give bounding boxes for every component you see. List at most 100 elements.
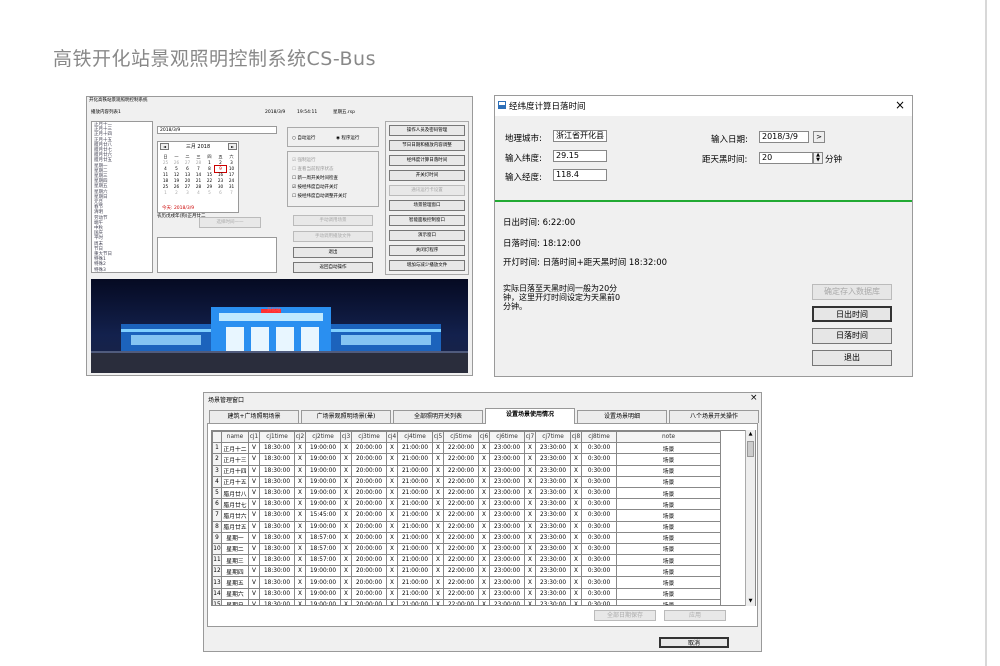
table-cell[interactable]: 21:00:00	[397, 554, 433, 567]
table-cell[interactable]: 20:00:00	[351, 576, 387, 589]
table-cell[interactable]: 19:00:00	[305, 598, 341, 605]
table-cell[interactable]: X	[432, 453, 444, 466]
table-cell[interactable]: 22:00:00	[443, 520, 479, 533]
table-cell[interactable]: 星期四	[221, 565, 249, 578]
table-cell[interactable]: V	[248, 464, 260, 477]
table-cell[interactable]: 21:00:00	[397, 587, 433, 600]
table-cell[interactable]: X	[432, 587, 444, 600]
table-cell[interactable]: 22:00:00	[443, 475, 479, 488]
sunset-button[interactable]: 日落时间	[812, 328, 892, 344]
table-cell[interactable]: 0:30:00	[581, 531, 617, 544]
table-cell[interactable]: 场景	[616, 587, 721, 600]
table-cell[interactable]: X	[432, 598, 444, 605]
column-header[interactable]: note	[616, 431, 721, 444]
table-cell[interactable]: 23:00:00	[489, 542, 525, 556]
table-cell[interactable]: 19:00:00	[305, 475, 341, 488]
table-cell[interactable]: 21:00:00	[397, 565, 433, 578]
table-cell[interactable]: X	[386, 475, 398, 488]
table-cell[interactable]: X	[340, 598, 352, 605]
table-cell[interactable]: X	[478, 576, 490, 589]
table-cell[interactable]: X	[386, 531, 398, 544]
table-cell[interactable]: 腊月廿六	[221, 509, 249, 522]
table-cell[interactable]: X	[478, 520, 490, 533]
calendar-day[interactable]: 7	[226, 190, 237, 196]
column-header[interactable]: name	[221, 431, 249, 444]
table-cell[interactable]: 正月十五	[221, 475, 249, 488]
table-cell[interactable]: 23:30:00	[535, 509, 571, 522]
table-cell[interactable]: 18:30:00	[259, 576, 295, 589]
table-cell[interactable]: 21:00:00	[397, 464, 433, 477]
table-cell[interactable]: 0:30:00	[581, 542, 617, 556]
table-cell[interactable]: 21:00:00	[397, 509, 433, 522]
table-cell[interactable]: 23:30:00	[535, 520, 571, 533]
table-row[interactable]: 4 正月十五 V 18:30:00 X 19:00:00 X 20:00:00 X 21:00:0…	[212, 475, 721, 488]
table-cell[interactable]: 21:00:00	[397, 531, 433, 544]
exit-button[interactable]: 退出	[812, 350, 892, 366]
column-header[interactable]: cj3time	[351, 431, 387, 444]
back-auto-button[interactable]: 返回自动操作	[293, 262, 373, 273]
table-cell[interactable]: 23:30:00	[535, 464, 571, 477]
table-cell[interactable]: 19:00:00	[305, 565, 341, 578]
table-cell[interactable]: X	[432, 486, 444, 500]
table-cell[interactable]: 22:00:00	[443, 453, 479, 466]
table-cell[interactable]: 腊月廿七	[221, 498, 249, 511]
scroll-up-icon[interactable]: ▲	[746, 430, 755, 439]
close-icon[interactable]: ×	[895, 98, 905, 112]
table-row[interactable]: 8 腊月廿五 V 18:30:00 X 19:00:00 X 20:00:00 X 21:00:0…	[212, 520, 721, 533]
table-row[interactable]: 1 正月十二 V 18:30:00 X 19:00:00 X 20:00:00 X 21:00:0…	[212, 442, 721, 455]
table-cell[interactable]: X	[386, 486, 398, 500]
table-cell[interactable]: 23:30:00	[535, 554, 571, 567]
table-cell[interactable]: X	[432, 565, 444, 578]
playlist-listbox[interactable]: 正月十二 正月十三 正月十四 正月十五 腊月廿八 腊月廿七 腊月廿六 腊月廿五 星期一 星期二 星期…	[91, 121, 153, 273]
table-cell[interactable]: 场景	[616, 520, 721, 533]
table-cell[interactable]: V	[248, 531, 260, 544]
table-cell[interactable]: X	[524, 531, 536, 544]
function-button[interactable]: 操作人员及密码管理	[389, 125, 465, 136]
table-cell[interactable]: X	[570, 554, 582, 567]
table-cell[interactable]: X	[524, 464, 536, 477]
table-cell[interactable]: 22:00:00	[443, 509, 479, 522]
calendar-day[interactable]: 6	[215, 190, 226, 196]
table-cell[interactable]: V	[248, 587, 260, 600]
table-cell[interactable]: X	[432, 576, 444, 589]
calendar-day[interactable]: 3	[182, 190, 193, 196]
function-button[interactable]: 增加与减少播放文件	[389, 260, 465, 271]
table-cell[interactable]: 腊月廿八	[221, 486, 249, 500]
table-cell[interactable]: 20:00:00	[351, 565, 387, 578]
table-cell[interactable]: X	[386, 576, 398, 589]
table-cell[interactable]: X	[432, 531, 444, 544]
table-row[interactable]: 6 腊月廿七 V 18:30:00 X 19:00:00 X 20:00:00 X 21:00:0…	[212, 498, 721, 511]
table-cell[interactable]: 21:00:00	[397, 498, 433, 511]
tab[interactable]: 设置场景明细	[577, 410, 667, 423]
calendar-grid[interactable]: 日一二三四五六 25 26 27 28 1 2 3 4 5 6 7 8 9 10 11 12 13 14 15 16 17…	[160, 154, 237, 196]
table-cell[interactable]: 18:30:00	[259, 598, 295, 605]
table-cell[interactable]: X	[294, 598, 306, 605]
column-header[interactable]: cj5time	[443, 431, 479, 444]
check-force-run[interactable]: ☑ 强制运行	[292, 157, 315, 163]
column-header[interactable]: cj1	[248, 431, 260, 444]
function-button[interactable]: 节日日期和播放内容调整	[389, 140, 465, 151]
table-cell[interactable]: 21:00:00	[397, 576, 433, 589]
table-cell[interactable]: X	[478, 442, 490, 455]
date-picker-button[interactable]: >	[813, 131, 825, 143]
table-cell[interactable]: 22:00:00	[443, 442, 479, 455]
check-latlon-auto[interactable]: ☑ 按经纬度自动开关灯	[292, 184, 338, 190]
table-cell[interactable]: X	[340, 453, 352, 466]
table-cell[interactable]: 星期三	[221, 554, 249, 567]
lat-field[interactable]: 29.15	[553, 150, 607, 162]
table-cell[interactable]: 场景	[616, 554, 721, 567]
tab[interactable]: 设置场景使用情况	[485, 408, 575, 424]
table-cell[interactable]: X	[478, 531, 490, 544]
table-cell[interactable]: 23:00:00	[489, 486, 525, 500]
table-cell[interactable]: X	[432, 520, 444, 533]
table-cell[interactable]: 21:00:00	[397, 486, 433, 500]
select-time-button[interactable]: 选择时间一一	[199, 217, 261, 228]
table-cell[interactable]: 23:00:00	[489, 442, 525, 455]
table-cell[interactable]: 场景	[616, 576, 721, 589]
table-cell[interactable]: X	[386, 498, 398, 511]
table-cell[interactable]: 18:30:00	[259, 509, 295, 522]
table-cell[interactable]: 23:30:00	[535, 598, 571, 605]
table-cell[interactable]: 23:00:00	[489, 531, 525, 544]
table-cell[interactable]: 0:30:00	[581, 576, 617, 589]
check-weekly[interactable]: ☐ 新一周开关时间检查	[292, 175, 338, 181]
